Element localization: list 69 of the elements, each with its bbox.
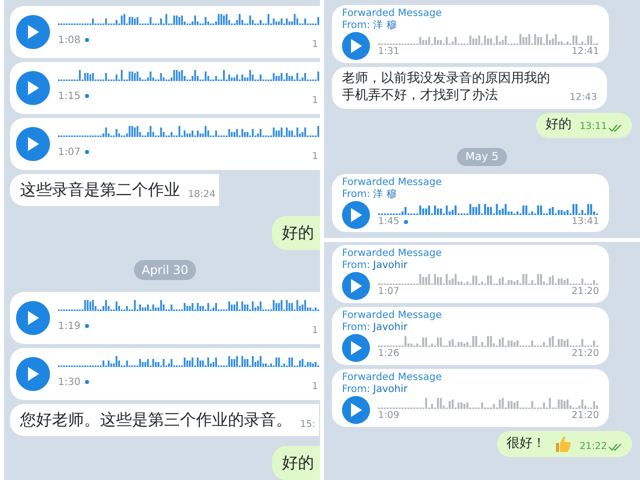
play-button[interactable] [342,334,370,362]
forwarded-label: Forwarded Message [342,310,443,322]
play-button[interactable] [16,15,50,49]
message-text: 这些录音是第二个作业 [20,179,180,201]
message-time: 18:24 [188,188,216,200]
message-text: 好的 [546,116,572,134]
sender-name[interactable]: Javohir [373,260,408,272]
duration-label: 1:15 [58,90,80,104]
play-icon [350,341,362,355]
message-time: 13:41 [572,214,599,229]
duration-label: 1:07 [58,146,80,160]
message-time: 1 [312,38,319,52]
play-icon [27,81,39,95]
from-label: From: [342,260,370,272]
duration-label: 1:30 [58,376,80,390]
message-time: 12:41 [572,45,599,60]
message-time: 1 [312,324,319,338]
message-text: 老师，以前我没发录音的原因用我的手机弄不好，才找到了办法 [342,71,551,105]
play-button[interactable] [342,272,370,300]
play-button[interactable] [16,357,50,391]
forwarded-label: Forwarded Message [342,372,443,384]
duration-label: 1:08 [58,34,80,48]
message-time: 1 [312,94,319,108]
message-time: 13:11 [580,121,607,134]
message-time: 21:20 [572,409,599,424]
duration-label: 1:45 [378,214,400,229]
duration-label: 1:31 [378,45,400,60]
sender-name[interactable]: 洋 穆 [373,189,396,202]
play-icon [350,403,362,417]
date-pill: May 5 [457,148,507,166]
from-label: From: [342,384,370,396]
duration-label: 1:09 [378,409,400,424]
from-label: From: [342,322,370,334]
duration-label: 1:19 [58,320,80,334]
message-text: 您好老师。这些是第三个作业的录音。 [20,409,292,431]
message-time: 21:20 [572,347,599,362]
duration-label: 1:07 [378,285,400,300]
play-icon [350,39,362,53]
message-text: 好的 [282,222,314,244]
date-pill: April 30 [134,260,196,280]
from-label: From: [342,20,370,32]
message-time: 1 [312,380,319,394]
forwarded-label: Forwarded Message [342,8,443,20]
play-icon [27,367,39,381]
duration-label: 1:26 [378,347,400,362]
play-button[interactable] [342,32,370,60]
message-text: 很好！ [506,436,546,453]
sender-name[interactable]: Javohir [373,384,408,396]
message-time: 1 [312,150,319,164]
message-time: 21:20 [572,285,599,300]
sender-name[interactable]: 洋 穆 [373,20,396,32]
message-time: 12:43 [570,92,597,104]
play-button[interactable] [342,396,370,424]
forwarded-label: Forwarded Message [342,248,443,260]
play-icon [27,25,39,39]
play-button[interactable] [16,71,50,105]
play-icon [350,208,362,222]
message-time: 15: [300,418,316,430]
forwarded-label: Forwarded Message [342,177,443,189]
play-button[interactable] [16,301,50,335]
sender-name[interactable]: Javohir [373,322,408,334]
from-label: From: [342,189,370,202]
play-button[interactable] [16,127,50,161]
play-icon [27,137,39,151]
play-icon [350,279,362,293]
play-icon [27,311,39,325]
message-text: 好的 [282,452,314,474]
message-time: 21:22 [580,440,607,453]
play-button[interactable] [342,201,370,230]
